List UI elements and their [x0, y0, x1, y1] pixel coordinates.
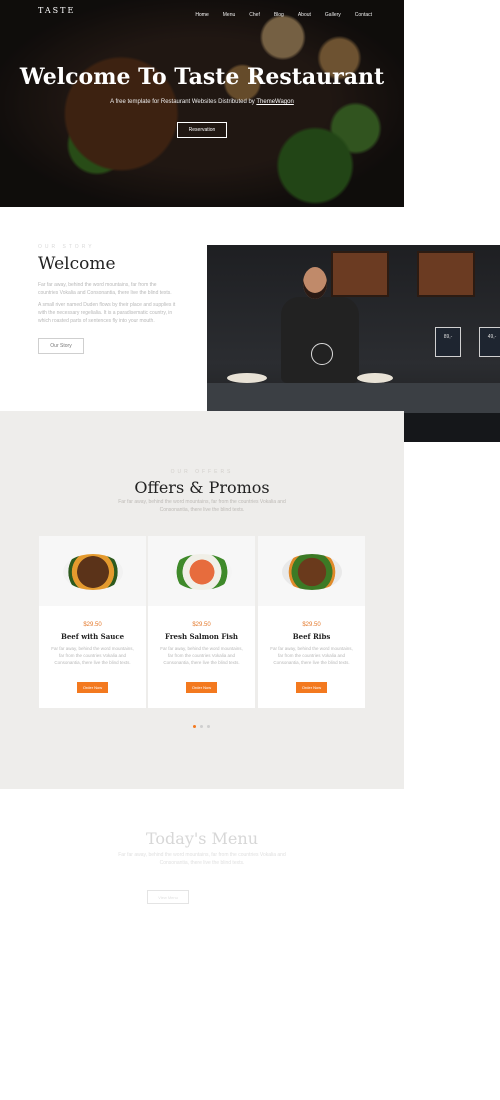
- our-story-button[interactable]: Our Story: [38, 338, 84, 354]
- dish-shape: [172, 554, 232, 590]
- menu-description: Far far away, behind the word mountains,…: [118, 852, 286, 866]
- offer-price: $29.50: [192, 622, 211, 628]
- menu-title: Today's Menu: [145, 829, 259, 848]
- offer-description: Far far away, behind the word mountains,…: [51, 646, 134, 665]
- dish-image: [148, 536, 255, 606]
- welcome-paragraph: Far far away, behind the word mountains,…: [38, 282, 172, 296]
- offers-title: Offers & Promos: [134, 478, 270, 497]
- brand-logo[interactable]: TASTE: [38, 6, 75, 15]
- offer-name: Fresh Salmon Fish: [165, 632, 238, 641]
- chef-head: [303, 267, 327, 299]
- nav-blog[interactable]: Blog: [274, 12, 284, 18]
- reservation-button[interactable]: Reservation: [177, 122, 227, 138]
- offers-description: Far far away, behind the word mountains,…: [118, 499, 286, 513]
- hero-subtitle-text: A free template for Restaurant Websites …: [110, 99, 257, 105]
- carousel-dot[interactable]: [193, 725, 196, 728]
- plate-shape: [227, 373, 267, 383]
- price-sign: 49,-: [479, 327, 500, 357]
- dish-image: [258, 536, 365, 606]
- nav-home[interactable]: Home: [195, 12, 208, 18]
- chef-figure: [281, 297, 359, 383]
- offer-price: $29.50: [302, 622, 321, 628]
- price-sign-text: 49,-: [487, 334, 497, 340]
- welcome-paragraph-2: A small river named Duden flows by their…: [38, 302, 176, 324]
- offer-description: Far far away, behind the word mountains,…: [270, 646, 353, 665]
- offer-card: $29.50 Beef Ribs Far far away, behind th…: [258, 536, 365, 708]
- carousel-dot[interactable]: [200, 725, 203, 728]
- offers-kicker: OUR OFFERS: [170, 469, 234, 475]
- nav-chef[interactable]: Chef: [249, 12, 260, 18]
- offer-card: $29.50 Beef with Sauce Far far away, beh…: [39, 536, 146, 708]
- menu-board-image: [331, 251, 389, 297]
- offer-name: Beef Ribs: [292, 632, 331, 641]
- view-menu-button[interactable]: View Menu: [147, 890, 189, 904]
- order-now-button[interactable]: Order Now: [296, 682, 327, 693]
- hero-title: Welcome To Taste Restaurant: [19, 64, 385, 90]
- hero-subtitle-link[interactable]: ThemeWagon: [256, 99, 293, 105]
- dish-image: [39, 536, 146, 606]
- dish-shape: [282, 554, 342, 590]
- order-now-button[interactable]: Order Now: [186, 682, 217, 693]
- order-now-button[interactable]: Order Now: [77, 682, 108, 693]
- menu-board-image: [417, 251, 475, 297]
- offer-price: $29.50: [83, 622, 102, 628]
- plate-shape: [357, 373, 393, 383]
- carousel-dots: [193, 725, 210, 728]
- price-sign-text: 89,-: [443, 334, 453, 340]
- offer-description: Far far away, behind the word mountains,…: [160, 646, 243, 665]
- nav-about[interactable]: About: [298, 12, 311, 18]
- counter-shape: [207, 383, 500, 413]
- offer-name: Beef with Sauce: [60, 632, 125, 641]
- apron-logo: [311, 343, 333, 365]
- hero-subtitle: A free template for Restaurant Websites …: [0, 99, 404, 105]
- nav-contact[interactable]: Contact: [355, 12, 372, 18]
- hero-banner: TASTE Home Menu Chef Blog About Gallery …: [0, 0, 404, 207]
- nav-menu[interactable]: Menu: [223, 12, 236, 18]
- price-sign: 89,-: [435, 327, 461, 357]
- story-kicker: OUR STORY: [38, 244, 95, 250]
- offer-card: $29.50 Fresh Salmon Fish Far far away, b…: [148, 536, 255, 708]
- welcome-title: Welcome: [38, 254, 116, 274]
- dish-shape: [63, 554, 123, 590]
- carousel-dot[interactable]: [207, 725, 210, 728]
- nav-gallery[interactable]: Gallery: [325, 12, 341, 18]
- main-nav: Home Menu Chef Blog About Gallery Contac…: [195, 12, 372, 18]
